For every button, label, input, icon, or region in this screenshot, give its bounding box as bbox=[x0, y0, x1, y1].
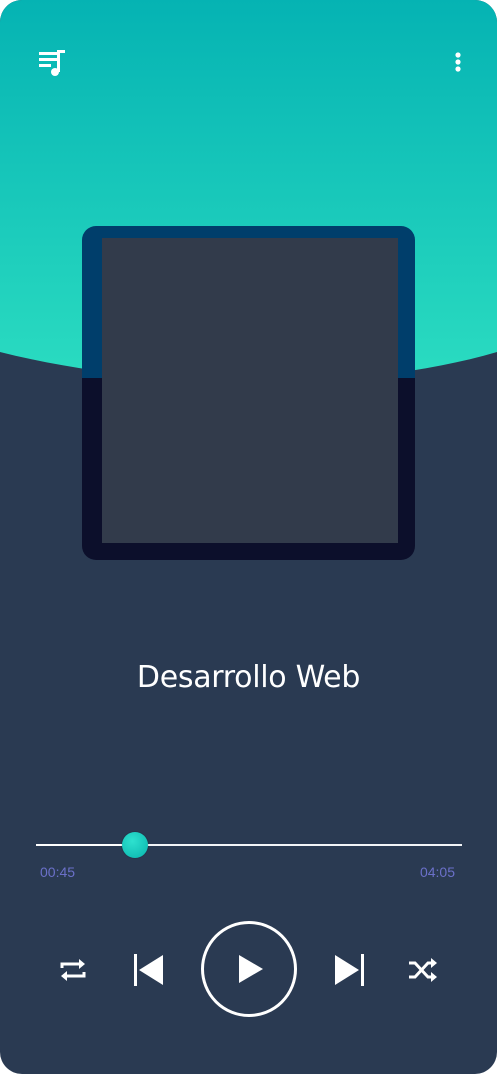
playlist-button[interactable] bbox=[30, 44, 70, 80]
more-vertical-icon bbox=[455, 52, 461, 72]
current-time: 00:45 bbox=[40, 864, 76, 880]
total-time: 04:05 bbox=[419, 864, 455, 880]
play-icon bbox=[239, 955, 263, 983]
seek-thumb[interactable] bbox=[122, 832, 148, 858]
track-title: Desarrollo Web bbox=[136, 660, 361, 695]
shuffle-button[interactable] bbox=[404, 952, 442, 988]
seek-progress bbox=[36, 844, 135, 846]
seek-bar[interactable] bbox=[36, 828, 462, 862]
repeat-button[interactable] bbox=[54, 952, 92, 988]
repeat-icon bbox=[60, 959, 86, 981]
playlist-icon bbox=[39, 50, 65, 76]
skip-previous-icon bbox=[134, 954, 163, 986]
more-options-button[interactable] bbox=[444, 44, 472, 80]
next-button[interactable] bbox=[330, 950, 370, 990]
album-art bbox=[102, 238, 398, 543]
music-player-screen: Desarrollo Web 00:45 04:05 bbox=[0, 0, 497, 1074]
play-button[interactable] bbox=[201, 921, 297, 1017]
album-art-frame bbox=[82, 226, 415, 560]
previous-button[interactable] bbox=[128, 950, 168, 990]
shuffle-icon bbox=[409, 958, 437, 982]
skip-next-icon bbox=[335, 954, 364, 986]
